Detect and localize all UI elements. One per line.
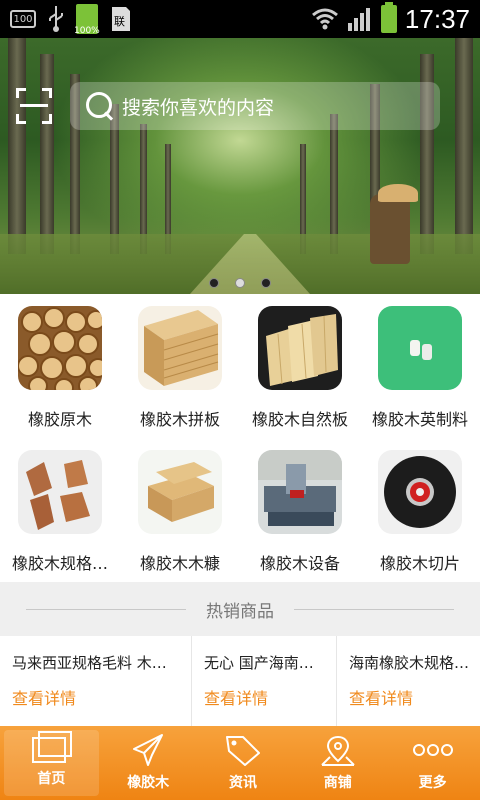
category-image bbox=[18, 306, 102, 390]
category-image bbox=[258, 450, 342, 534]
tab-more[interactable]: 更多 bbox=[385, 726, 480, 800]
divider bbox=[294, 608, 454, 610]
status-bar: 100 100% 联 17:37 bbox=[0, 0, 480, 38]
sim-icon: 联 bbox=[110, 5, 132, 33]
tab-label: 资讯 bbox=[228, 775, 257, 791]
carousel-dot[interactable] bbox=[261, 278, 271, 288]
hot-item[interactable]: 马来西亚规格毛料 木… 查看详情 bbox=[0, 636, 192, 726]
category-label: 橡胶木设备 bbox=[259, 554, 340, 573]
category-item-imperial[interactable]: 橡胶木英制料 bbox=[360, 294, 480, 438]
paper-plane-icon bbox=[126, 732, 170, 768]
divider bbox=[26, 608, 186, 610]
tab-label: 商铺 bbox=[323, 775, 352, 791]
banner-carousel[interactable]: 搜索你喜欢的内容 bbox=[0, 38, 480, 294]
category-image bbox=[18, 450, 102, 534]
search-bar[interactable]: 搜索你喜欢的内容 bbox=[70, 82, 440, 130]
view-details-link[interactable]: 查看详情 bbox=[204, 685, 336, 709]
tab-label: 橡胶木 bbox=[127, 775, 170, 791]
category-item-slice[interactable]: 橡胶木切片 bbox=[360, 438, 480, 582]
hot-item-name: 马来西亚规格毛料 木… bbox=[12, 654, 167, 672]
tab-home[interactable]: 首页 bbox=[4, 730, 99, 796]
search-input[interactable]: 搜索你喜欢的内容 bbox=[122, 93, 274, 120]
worker-figure bbox=[370, 194, 410, 264]
section-title: 热销商品 bbox=[206, 601, 274, 622]
svg-text:联: 联 bbox=[114, 15, 125, 28]
section-header-hot: 热销商品 bbox=[0, 582, 480, 636]
scan-icon[interactable] bbox=[16, 88, 52, 124]
tab-label: 更多 bbox=[418, 775, 447, 791]
tab-rubberwood[interactable]: 橡胶木 bbox=[101, 726, 196, 800]
carousel-dot[interactable] bbox=[209, 278, 219, 288]
bottom-tab-bar: 首页 橡胶木 资讯 商铺 更多 bbox=[0, 726, 480, 800]
category-label: 橡胶木拼板 bbox=[139, 410, 220, 429]
category-item-spec[interactable]: 橡胶木规格… bbox=[0, 438, 120, 582]
category-label: 橡胶原木 bbox=[27, 410, 92, 429]
battery-icon bbox=[380, 2, 397, 33]
category-item-panel[interactable]: 橡胶木拼板 bbox=[120, 294, 240, 438]
category-label: 橡胶木木糠 bbox=[139, 554, 220, 573]
tab-news[interactable]: 资讯 bbox=[196, 726, 291, 800]
category-grid: 橡胶原木 橡胶木拼板 橡胶木自然板 橡胶木英制料 橡胶木规格… 橡胶木木糠 橡胶… bbox=[0, 294, 480, 582]
tab-label: 首页 bbox=[37, 771, 66, 787]
view-details-link[interactable]: 查看详情 bbox=[349, 685, 480, 709]
category-label: 橡胶木英制料 bbox=[371, 410, 468, 429]
carousel-indicator bbox=[0, 278, 480, 288]
signal-icon bbox=[347, 7, 373, 31]
category-image bbox=[138, 450, 222, 534]
map-pin-icon bbox=[316, 732, 360, 768]
hot-item[interactable]: 无心 国产海南… 查看详情 bbox=[192, 636, 337, 726]
search-icon bbox=[84, 90, 116, 122]
category-label: 橡胶木切片 bbox=[379, 554, 460, 573]
category-image bbox=[258, 306, 342, 390]
home-icon bbox=[29, 730, 73, 764]
view-details-link[interactable]: 查看详情 bbox=[12, 685, 191, 709]
category-image bbox=[378, 306, 462, 390]
category-item-natural-board[interactable]: 橡胶木自然板 bbox=[240, 294, 360, 438]
sale-tag-icon bbox=[221, 732, 265, 768]
category-image bbox=[378, 450, 462, 534]
status-time: 17:37 bbox=[404, 3, 470, 34]
category-label: 橡胶木自然板 bbox=[251, 410, 348, 429]
category-item-sawdust[interactable]: 橡胶木木糠 bbox=[120, 438, 240, 582]
usb-icon bbox=[48, 6, 64, 32]
category-item-equipment[interactable]: 橡胶木设备 bbox=[240, 438, 360, 582]
storage-icon: 100 bbox=[10, 10, 36, 28]
battery-charging-icon: 100% bbox=[74, 4, 100, 36]
hot-items-list: 马来西亚规格毛料 木… 查看详情 无心 国产海南… 查看详情 海南橡胶木规格… … bbox=[0, 636, 480, 726]
hot-item-name: 无心 国产海南… bbox=[204, 654, 314, 672]
more-dots-icon bbox=[411, 732, 455, 768]
carousel-dot-active[interactable] bbox=[235, 278, 245, 288]
category-label: 橡胶木规格… bbox=[11, 554, 108, 573]
category-item-logs[interactable]: 橡胶原木 bbox=[0, 294, 120, 438]
hot-item[interactable]: 海南橡胶木规格… 查看详情 bbox=[337, 636, 480, 726]
wifi-icon bbox=[311, 7, 339, 31]
tab-shops[interactable]: 商铺 bbox=[290, 726, 385, 800]
category-image bbox=[138, 306, 222, 390]
hot-item-name: 海南橡胶木规格… bbox=[349, 654, 470, 672]
